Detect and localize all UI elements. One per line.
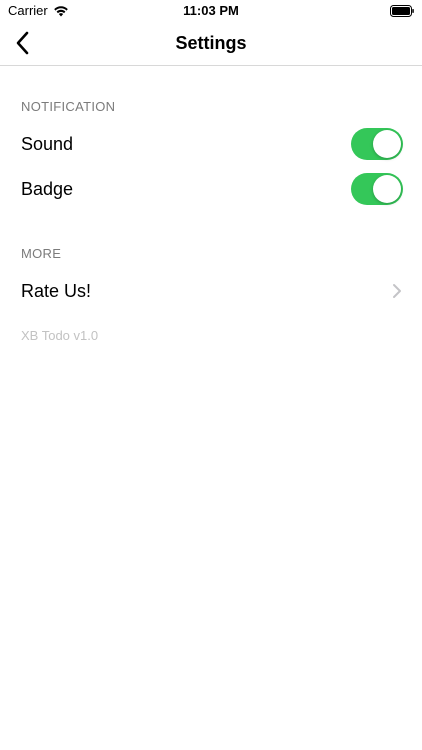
- status-bar: Carrier 11:03 PM: [0, 0, 422, 22]
- battery-icon: [390, 5, 414, 17]
- section-header-more: MORE: [21, 246, 62, 261]
- badge-toggle[interactable]: [351, 173, 403, 205]
- settings-row-rate-us[interactable]: Rate Us!: [0, 269, 422, 313]
- rate-us-label: Rate Us!: [21, 281, 92, 301]
- settings-row-sound: Sound: [0, 122, 422, 166]
- app-version: XB Todo v1.0: [21, 328, 99, 343]
- status-time: 11:03 PM: [183, 3, 239, 18]
- sound-label: Sound: [21, 134, 74, 154]
- settings-row-badge: Badge: [0, 167, 422, 211]
- page-title: Settings: [175, 33, 247, 53]
- toggle-knob: [373, 130, 401, 158]
- badge-label: Badge: [21, 179, 74, 199]
- toggle-knob: [373, 175, 401, 203]
- section-header-notification: NOTIFICATION: [21, 99, 116, 114]
- sound-toggle[interactable]: [351, 128, 403, 160]
- navigation-bar: Settings: [0, 22, 422, 66]
- chevron-right-icon: [393, 284, 401, 298]
